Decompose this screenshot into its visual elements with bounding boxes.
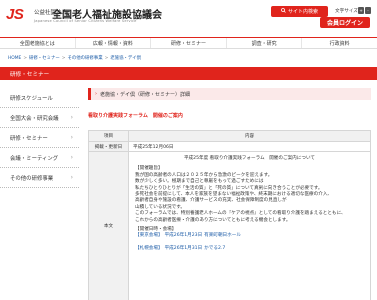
chevron-right-icon: ›: [70, 134, 73, 141]
sidebar-item-training-seminar[interactable]: 研修・セミナー ›: [0, 128, 79, 148]
venue-tokyo-date: 平成26年1月23日: [164, 233, 203, 239]
breadcrumb: HOME > 研修・セミナー > その他の研修事業 > 老施協・デイ倶: [8, 55, 141, 61]
sidebar-item-label: その他の研修事業: [10, 175, 54, 182]
member-login-button[interactable]: 会員ログイン: [320, 17, 370, 28]
global-nav: 全国老施協とは 広報・情報・資料 研修・セミナー 調査・研究 行政資料: [0, 37, 377, 49]
nav-item-research[interactable]: 調査・研究: [227, 38, 303, 48]
sidebar-item-other-training[interactable]: その他の研修事業 ›: [0, 168, 79, 188]
breadcrumb-other-training[interactable]: その他の研修事業: [67, 56, 102, 61]
nav-item-training[interactable]: 研修・セミナー: [151, 38, 227, 48]
chevron-right-icon: ›: [70, 174, 73, 181]
org-english-name: Japanese Council of Senior Citizens Welf…: [34, 19, 137, 23]
sidebar-item-label: 研修スケジュール: [10, 95, 53, 102]
font-size-increase-button[interactable]: +: [358, 7, 364, 14]
body-heading: 平成25年度 看取り介護実践フォーラム 開催のご案内について: [183, 156, 316, 161]
sidebar-item-meeting[interactable]: 会議・ミーティング ›: [0, 148, 79, 168]
detail-table: 項目 内容 掲載・更新日 平成25年12月06日 本文 平成25年度 看取り介護…: [88, 130, 371, 300]
sidebar-item-label: 研修・セミナー: [10, 135, 48, 142]
body-label: 本文: [89, 152, 129, 300]
venue-sapporo-label: 【札幌会場】: [135, 245, 163, 251]
venue-tokyo-label: 【東京会場】: [135, 233, 163, 239]
breadcrumb-separator: >: [61, 56, 66, 61]
chevron-right-icon: ›: [95, 91, 97, 97]
breadcrumb-training[interactable]: 研修・セミナー: [29, 56, 60, 61]
site-header: JS 公益社団法人 全国老人福祉施設協議会 Japanese Council o…: [0, 0, 377, 32]
table-header-row: 項目 内容: [89, 131, 370, 142]
font-size-decrease-button[interactable]: -: [365, 7, 371, 14]
event-title: 看取り介護実践フォーラム 開催のご案内: [88, 113, 183, 119]
breadcrumb-home[interactable]: HOME: [8, 56, 21, 61]
page-title: › 老施協・デイ倶（研修・セミナー）詳細: [88, 88, 371, 100]
venue-sapporo-place[interactable]: かでる2.7: [204, 246, 225, 251]
font-size-label: 文字サイズ: [335, 9, 358, 14]
nav-item-pr-info[interactable]: 広報・情報・資料: [76, 38, 152, 48]
chevron-right-icon: ›: [70, 154, 73, 161]
sidebar-item-label: 全国大会・研究会議: [10, 115, 59, 122]
sidebar: 研修スケジュール 全国大会・研究会議 › 研修・セミナー › 会議・ミーティング…: [0, 88, 79, 188]
chevron-right-icon: ›: [70, 114, 73, 121]
venue-sapporo-date: 平成26年1月31日: [164, 245, 203, 251]
table-row: 掲載・更新日 平成25年12月06日: [89, 142, 370, 152]
nav-item-about[interactable]: 全国老施協とは: [0, 38, 76, 48]
sidebar-item-national-convention[interactable]: 全国大会・研究会議 ›: [0, 108, 79, 128]
sidebar-item-label: 会議・ミーティング: [10, 155, 59, 162]
page-title-text: 老施協・デイ倶（研修・セミナー）詳細: [100, 91, 191, 98]
site-search-label: サイト内検索: [287, 9, 318, 15]
venue-sapporo: 【札幌会場】 平成26年1月31日 かでる2.7: [135, 246, 364, 252]
table-row: 本文 平成25年度 看取り介護実践フォーラム 開催のご案内について 【開催趣旨】…: [89, 152, 370, 300]
venue-tokyo-place[interactable]: 有楽町朝日ホール: [204, 233, 241, 238]
breadcrumb-separator: >: [104, 56, 109, 61]
site-search-button[interactable]: サイト内検索: [271, 6, 328, 17]
site-logo[interactable]: JS: [6, 7, 24, 22]
sidebar-item-schedule[interactable]: 研修スケジュール: [0, 88, 79, 108]
date-label: 掲載・更新日: [89, 142, 129, 151]
column-header-item: 項目: [89, 131, 129, 141]
purpose-text: 我が国の高齢者の人口は２０２５年から急激のピークを迎えます。 数が少しく多い。極…: [135, 172, 346, 223]
breadcrumb-current[interactable]: 老施協・デイ倶: [110, 56, 141, 61]
date-value: 平成25年12月06日: [133, 144, 174, 150]
nav-item-admin-docs[interactable]: 行政資料: [302, 38, 377, 48]
breadcrumb-separator: >: [23, 56, 28, 61]
section-banner: 研修・セミナー: [0, 67, 377, 80]
body-content: 平成25年度 看取り介護実践フォーラム 開催のご案内について 【開催趣旨】 我が…: [129, 152, 370, 300]
column-header-content: 内容: [244, 134, 255, 139]
search-icon: [281, 8, 286, 15]
